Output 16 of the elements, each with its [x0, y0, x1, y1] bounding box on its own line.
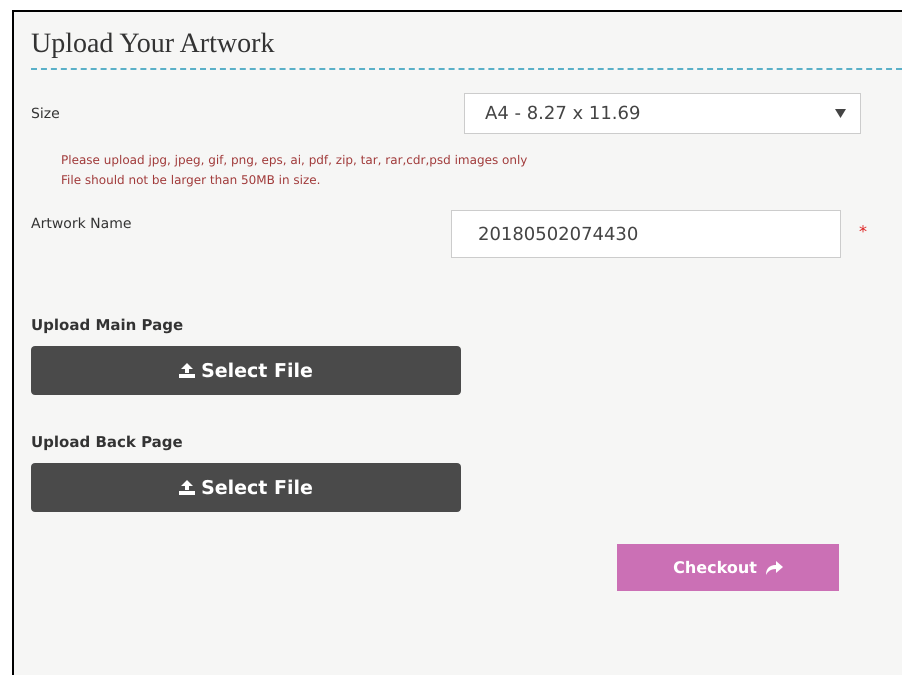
- artwork-name-field[interactable]: 20180502074430: [451, 210, 841, 258]
- size-label: Size: [31, 106, 61, 122]
- required-mark: *: [859, 222, 867, 241]
- upload-label: Upload Main Page: [31, 316, 184, 334]
- upload-icon: [179, 480, 196, 495]
- upload-label: Upload Back Page: [31, 433, 183, 451]
- select-file-button[interactable]: Select File: [31, 346, 461, 395]
- upload-icon: [179, 363, 196, 378]
- select-file-button[interactable]: Select File: [31, 463, 461, 512]
- artwork-name-label: Artwork Name: [31, 215, 132, 232]
- upload-note: Please upload jpg, jpeg, gif, png, eps, ai, pdf, zip, tar, rar,cdr,psd images only: [61, 152, 528, 169]
- share-arrow-icon: [764, 560, 783, 574]
- caret-icon: [835, 109, 846, 118]
- size-dropdown[interactable]: A4 - 8.27 x 11.69: [464, 93, 861, 134]
- upload-note: File should not be larger than 50MB in size.: [61, 172, 322, 189]
- section-title: Upload Your Artwork: [31, 12, 902, 70]
